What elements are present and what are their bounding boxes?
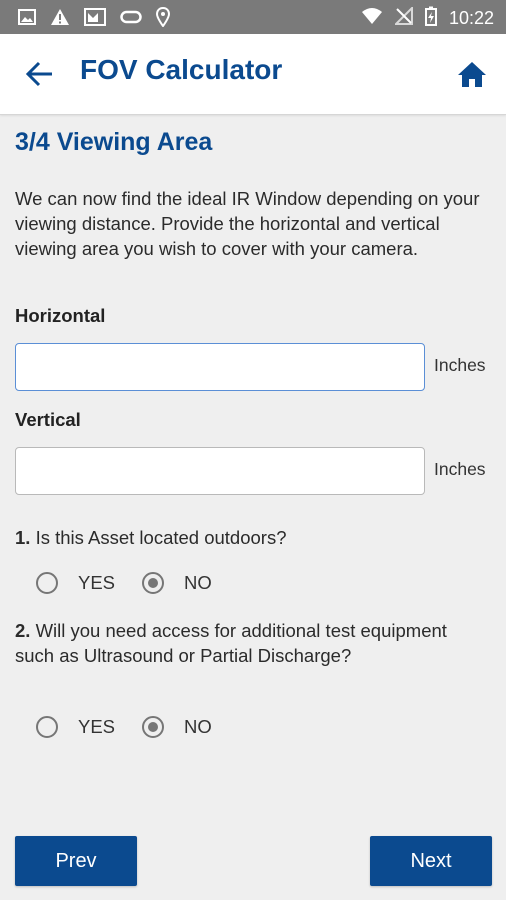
gallery-icon [84, 8, 106, 31]
location-icon [155, 6, 171, 32]
wifi-icon [361, 7, 383, 30]
radio-label-no: NO [184, 716, 212, 737]
radio-outdoors-yes[interactable]: YES [36, 572, 115, 594]
status-time: 10:22 [448, 8, 494, 28]
horizontal-unit: Inches [434, 355, 486, 375]
question-number: 1. [15, 527, 31, 548]
no-signal-icon [393, 5, 413, 30]
question-text: Will you need access for additional test… [15, 620, 447, 666]
radio-circle[interactable] [36, 572, 58, 594]
home-icon [458, 62, 486, 87]
question-test-equipment: 2. Will you need access for additional t… [15, 618, 485, 668]
image-icon [18, 9, 36, 30]
horizontal-label: Horizontal [15, 305, 106, 326]
app-bar: FOV Calculator [0, 34, 506, 115]
radio-label-yes: YES [78, 716, 116, 737]
radio-circle[interactable] [142, 716, 164, 738]
question-outdoors: 1. Is this Asset located outdoors? [15, 525, 485, 550]
voicemail-icon [120, 10, 142, 29]
vertical-input[interactable] [15, 447, 425, 495]
radio-label-yes: YES [78, 572, 116, 593]
question-text: Is this Asset located outdoors? [35, 527, 287, 548]
radio-outdoors-no[interactable]: NO [142, 572, 212, 594]
intro-text: We can now find the ideal IR Window depe… [15, 188, 480, 259]
radio-test-equipment-no[interactable]: NO [142, 716, 212, 738]
back-button[interactable] [24, 59, 56, 89]
page-title: FOV Calculator [80, 54, 283, 85]
prev-button[interactable]: Prev [15, 836, 137, 886]
horizontal-input[interactable] [15, 343, 425, 391]
section-title: 3/4 Viewing Area [15, 128, 213, 156]
radio-circle[interactable] [142, 572, 164, 594]
vertical-unit: Inches [434, 459, 486, 479]
radio-test-equipment-yes[interactable]: YES [36, 716, 115, 738]
radio-circle[interactable] [36, 716, 58, 738]
battery-charging-icon [424, 6, 437, 31]
status-right-icons: 10:22 [361, 5, 494, 31]
question-number: 2. [15, 620, 31, 641]
status-left-icons [18, 6, 171, 32]
next-button[interactable]: Next [370, 836, 492, 886]
radio-label-no: NO [184, 572, 212, 593]
warning-icon [50, 8, 70, 31]
arrow-back-icon [25, 61, 52, 87]
home-button[interactable] [456, 58, 488, 90]
vertical-label: Vertical [15, 409, 81, 430]
status-bar: 10:22 [0, 0, 506, 34]
